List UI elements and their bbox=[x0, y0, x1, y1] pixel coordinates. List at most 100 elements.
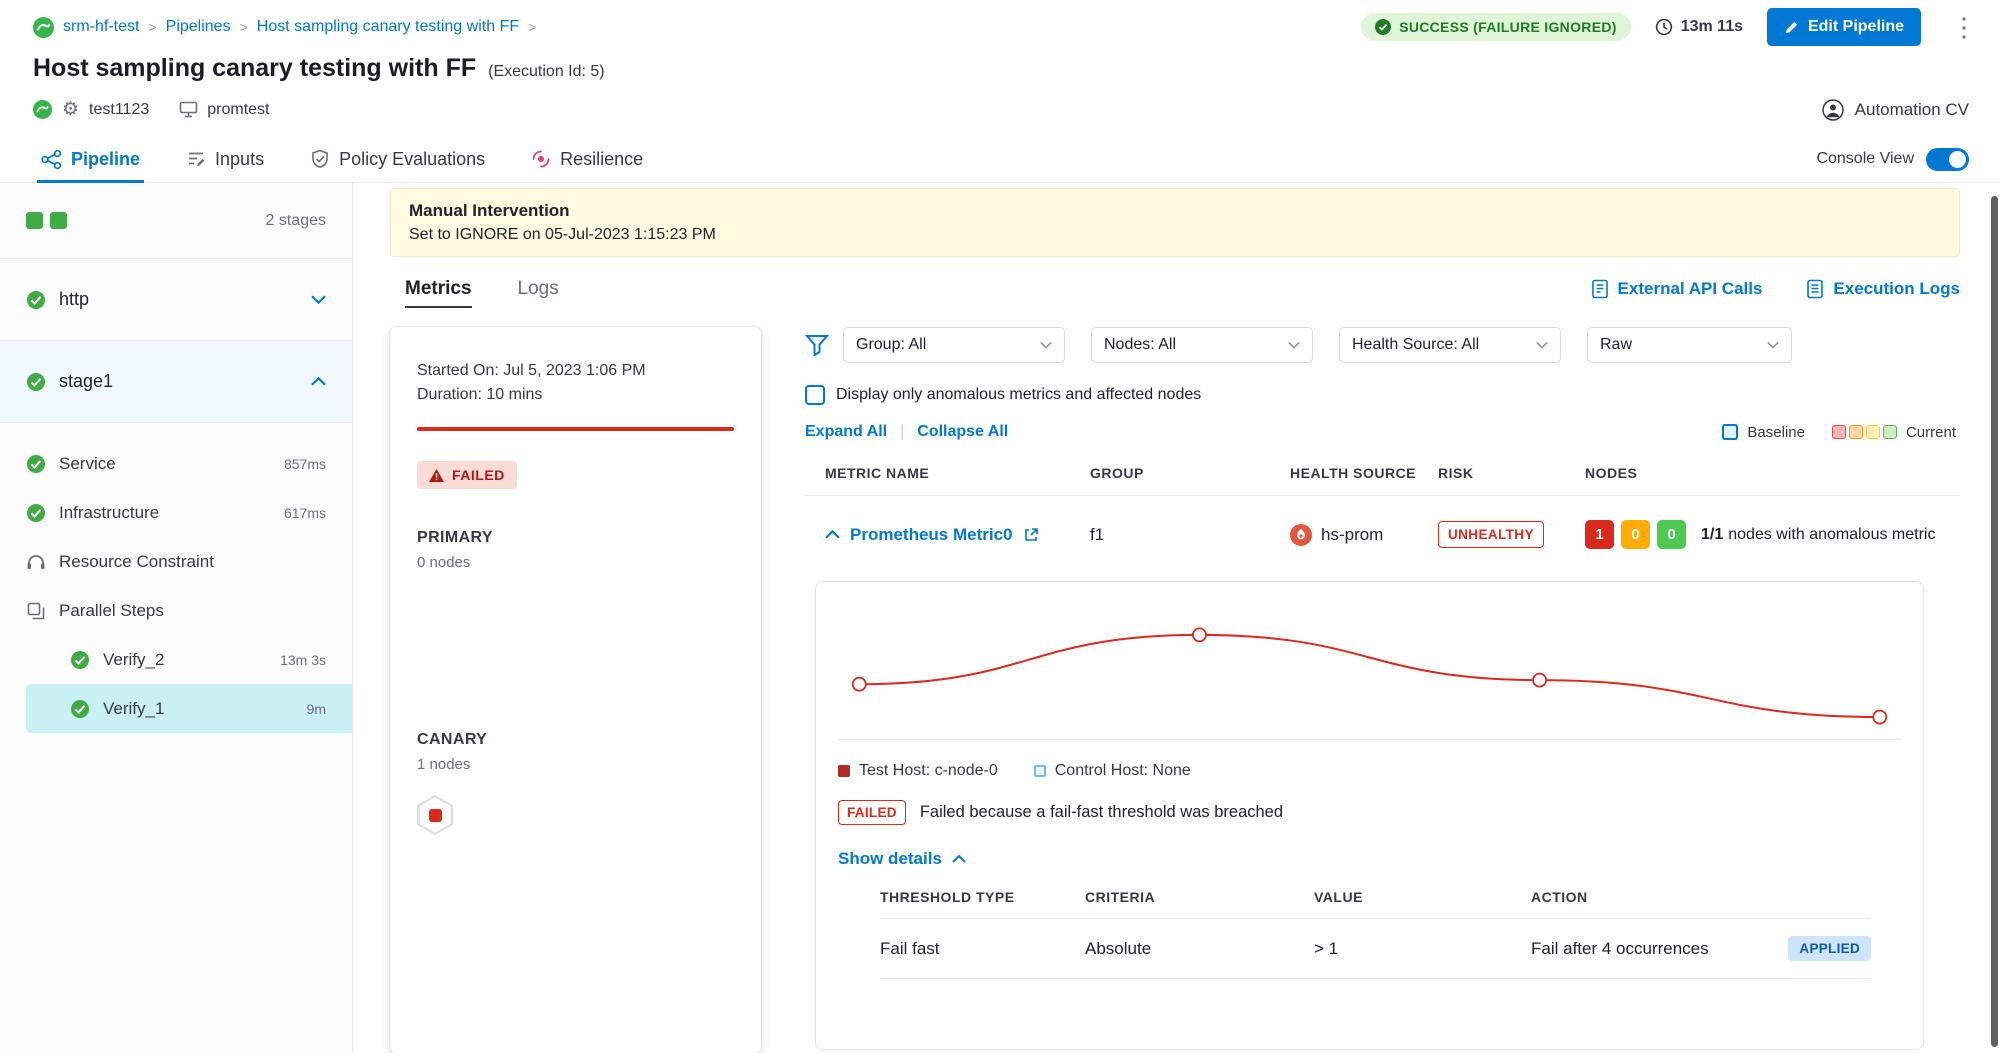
col-metric-name: METRIC NAME bbox=[825, 465, 1090, 481]
metrics-table-header: METRIC NAME GROUP HEALTH SOURCE RISK NOD… bbox=[805, 465, 1960, 496]
main-panel: Manual Intervention Set to IGNORE on 05-… bbox=[353, 183, 1999, 1053]
step-duration: 617ms bbox=[284, 505, 326, 521]
sidebar-step-parallel-steps[interactable]: Parallel Steps bbox=[0, 586, 352, 635]
sidebar-step-verify-1[interactable]: Verify_1 9m bbox=[26, 684, 352, 733]
sidebar-step-service[interactable]: Service 857ms bbox=[0, 439, 352, 488]
control-host-legend: Control Host: None bbox=[1034, 762, 1191, 780]
col-health-source: HEALTH SOURCE bbox=[1290, 465, 1438, 481]
metric-group-cell: f1 bbox=[1090, 525, 1290, 545]
status-badge-label: SUCCESS (FAILURE IGNORED) bbox=[1399, 19, 1617, 35]
data-mode-value: Raw bbox=[1600, 336, 1632, 354]
col-criteria: CRITERIA bbox=[1085, 889, 1314, 905]
canary-node-hexagon[interactable] bbox=[417, 795, 734, 835]
current-legend-label: Current bbox=[1906, 424, 1956, 441]
title-row: Host sampling canary testing with FF (Ex… bbox=[0, 44, 1999, 83]
console-view-toggle[interactable] bbox=[1926, 148, 1969, 171]
metric-name-link[interactable]: Prometheus Metric0 bbox=[850, 525, 1013, 545]
health-source-filter-value: Health Source: All bbox=[1352, 336, 1479, 354]
sidebar-stage-http[interactable]: http bbox=[0, 259, 352, 341]
inputs-icon bbox=[186, 149, 206, 169]
topbar: srm-hf-test > Pipelines > Host sampling … bbox=[0, 0, 1999, 44]
execution-logs-label: Execution Logs bbox=[1833, 279, 1960, 299]
stages-summary-row: 2 stages bbox=[0, 183, 352, 259]
stage-status-squares bbox=[26, 212, 67, 229]
nodes-ratio: 1/1 bbox=[1701, 526, 1723, 543]
col-risk: RISK bbox=[1438, 465, 1585, 481]
tab-policy-evaluations-label: Policy Evaluations bbox=[339, 149, 485, 170]
expand-collapse-row: Expand All | Collapse All Baseline bbox=[805, 423, 1960, 441]
chevron-up-icon[interactable] bbox=[311, 377, 326, 386]
test-host-swatch bbox=[838, 765, 850, 777]
baseline-legend-swatch bbox=[1722, 424, 1738, 440]
sidebar-step-verify-2[interactable]: Verify_2 13m 3s bbox=[0, 635, 352, 684]
summary-duration: Duration: 10 mins bbox=[417, 383, 734, 407]
sidebar-step-resource-constraint[interactable]: Resource Constraint bbox=[0, 537, 352, 586]
breadcrumb-project[interactable]: srm-hf-test bbox=[63, 18, 139, 36]
show-details-link[interactable]: Show details bbox=[838, 849, 966, 869]
tab-inputs[interactable]: Inputs bbox=[186, 136, 264, 182]
primary-nodes-count: 0 nodes bbox=[417, 554, 734, 571]
sidebar-step-infrastructure[interactable]: Infrastructure 617ms bbox=[0, 488, 352, 537]
edit-pipeline-button[interactable]: Edit Pipeline bbox=[1767, 8, 1921, 46]
service-name: test1123 bbox=[89, 101, 149, 119]
filter-row: Group: All Nodes: All Health Source: All bbox=[805, 327, 1960, 363]
chevron-up-icon[interactable] bbox=[825, 530, 840, 539]
service-module-icon bbox=[33, 100, 52, 119]
control-host-swatch bbox=[1034, 765, 1046, 777]
chevron-down-icon[interactable] bbox=[311, 295, 326, 304]
tab-metrics[interactable]: Metrics bbox=[405, 265, 472, 313]
vertical-scrollbar-thumb[interactable] bbox=[1991, 196, 1998, 1047]
collapse-all-link[interactable]: Collapse All bbox=[917, 423, 1008, 441]
metric-row: Prometheus Metric0 f1 hs-prom UNHEALTHY bbox=[805, 496, 1960, 567]
sidebar-stage-stage1[interactable]: stage1 bbox=[0, 341, 352, 423]
risk-badge: UNHEALTHY bbox=[1438, 521, 1544, 548]
node-count-warning: 0 bbox=[1621, 520, 1650, 549]
breadcrumb-pipelines[interactable]: Pipelines bbox=[166, 18, 231, 36]
breadcrumb-separator: > bbox=[240, 19, 248, 35]
kebab-menu-icon[interactable]: ⋮ bbox=[1945, 14, 1983, 40]
step-detail-tabs: Metrics Logs External API Calls Executio… bbox=[390, 265, 1960, 313]
nodes-filter-select[interactable]: Nodes: All bbox=[1091, 327, 1313, 363]
external-link-icon[interactable] bbox=[1023, 527, 1039, 543]
nodes-summary-text: nodes with anomalous metric bbox=[1728, 526, 1935, 543]
value-value: > 1 bbox=[1314, 939, 1531, 959]
show-details-label: Show details bbox=[838, 849, 942, 869]
check-circle-icon bbox=[1375, 19, 1391, 35]
tab-resilience[interactable]: Resilience bbox=[531, 136, 643, 182]
external-api-calls-link[interactable]: External API Calls bbox=[1591, 279, 1763, 299]
action-value: Fail after 4 occurrences bbox=[1531, 939, 1709, 959]
col-group: GROUP bbox=[1090, 465, 1290, 481]
stage-label: stage1 bbox=[59, 371, 113, 392]
host-legend: Test Host: c-node-0 Control Host: None bbox=[838, 762, 1901, 780]
edit-pipeline-label: Edit Pipeline bbox=[1808, 18, 1904, 36]
doc-links: External API Calls Execution Logs bbox=[1591, 279, 1960, 299]
tab-policy-evaluations[interactable]: Policy Evaluations bbox=[310, 136, 485, 182]
data-mode-select[interactable]: Raw bbox=[1587, 327, 1792, 363]
shield-check-icon bbox=[310, 149, 330, 169]
tab-pipeline[interactable]: Pipeline bbox=[41, 136, 140, 182]
criteria-value: Absolute bbox=[1085, 939, 1314, 959]
step-label: Resource Constraint bbox=[59, 552, 214, 572]
execution-logs-link[interactable]: Execution Logs bbox=[1806, 279, 1960, 299]
group-filter-value: Group: All bbox=[856, 336, 926, 354]
hexagon-outline bbox=[417, 795, 453, 835]
tab-pipeline-label: Pipeline bbox=[71, 149, 140, 170]
page-title: Host sampling canary testing with FF bbox=[33, 54, 476, 83]
logs-document-icon bbox=[1806, 279, 1824, 299]
group-filter-select[interactable]: Group: All bbox=[843, 327, 1065, 363]
filter-icon[interactable] bbox=[805, 334, 829, 356]
tab-logs[interactable]: Logs bbox=[518, 265, 559, 313]
success-check-icon bbox=[26, 372, 46, 392]
nav-tabs: Pipeline Inputs Policy Evaluations Resil… bbox=[0, 136, 1999, 183]
anomalous-checkbox[interactable] bbox=[805, 385, 825, 405]
expand-all-link[interactable]: Expand All bbox=[805, 423, 887, 441]
failure-reason-text: Failed because a fail-fast threshold was… bbox=[920, 803, 1283, 822]
environment-name: promtest bbox=[207, 101, 269, 119]
stage-status-square bbox=[26, 212, 43, 229]
step-list: Service 857ms Infrastructure 617ms Resou… bbox=[0, 423, 352, 733]
breadcrumb: srm-hf-test > Pipelines > Host sampling … bbox=[33, 17, 536, 38]
metric-name-cell: Prometheus Metric0 bbox=[825, 525, 1090, 545]
health-source-filter-select[interactable]: Health Source: All bbox=[1339, 327, 1561, 363]
col-action: ACTION bbox=[1531, 889, 1871, 905]
breadcrumb-current[interactable]: Host sampling canary testing with FF bbox=[257, 18, 519, 36]
